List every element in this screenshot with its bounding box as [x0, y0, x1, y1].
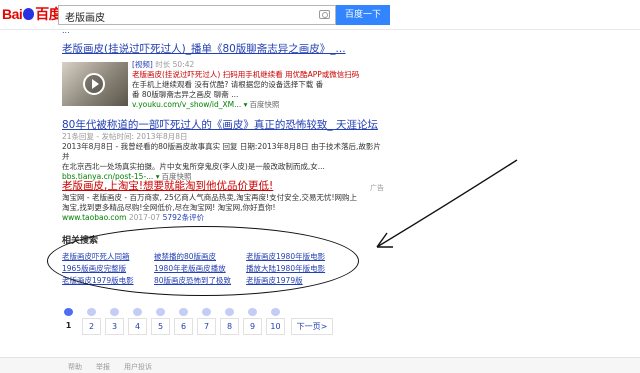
page-link[interactable]: 10	[266, 318, 285, 335]
snapshot-link[interactable]: 百度快照	[249, 100, 279, 109]
result-abstract: 2013年8月8日 - 我曾经看的80版画皮故事真实 回复 日期:2013年8月…	[62, 142, 381, 161]
baidu-logo[interactable]: Bai 百度	[2, 6, 63, 22]
page-link[interactable]: 2	[82, 318, 101, 335]
result-abstract: 淘宝,找到更多精品尽购!全网低价,尽在淘宝网! 淘宝网,你好直你!	[62, 203, 276, 212]
result-video: 老版画皮(挂说过吓死过人)_播单《80版聊斋志异之画皮》_...	[62, 42, 382, 56]
page-link[interactable]: 5	[151, 318, 170, 335]
play-icon[interactable]	[83, 73, 105, 95]
footer-link-complaint[interactable]: 用户投诉	[124, 362, 152, 372]
paw-icon	[271, 308, 280, 316]
footer-link-report[interactable]: 举报	[96, 362, 110, 372]
paw-icon	[64, 308, 73, 316]
result-url[interactable]: v.youku.com/v_show/id_XM...	[132, 100, 241, 109]
search-button[interactable]: 百度一下	[336, 5, 390, 25]
video-tag[interactable]: [视频]	[132, 60, 153, 69]
result-title[interactable]: 老版画皮(挂说过吓死过人)_播单《80版聊斋志异之画皮》_...	[62, 42, 382, 56]
rating-link[interactable]: 5792条评价	[163, 213, 205, 222]
paw-icon	[110, 308, 119, 316]
result-abstract: 淘宝网 - 老版画皮 - 百万商家, 25亿商人气商品热卖,淘宝再度!支付安全,…	[62, 193, 358, 202]
result-abstract: 老版画皮(挂说过吓死过人) 扫码用手机继续看 用优酷APP或微信扫码	[132, 70, 360, 79]
paw-icon	[133, 308, 142, 316]
video-thumbnail[interactable]	[62, 62, 128, 106]
camera-icon[interactable]	[319, 10, 330, 19]
next-page-button[interactable]: 下一页>	[291, 318, 333, 335]
ad-label: 广告	[370, 184, 384, 192]
result-url[interactable]: www.taobao.com	[62, 213, 126, 222]
result-video-body: [视频] 时长 50:42 老版画皮(挂说过吓死过人) 扫码用手机继续看 用优酷…	[132, 60, 372, 110]
result-title[interactable]: 80年代被称道的一部吓死过人的《画皮》真正的恐怖较致_ 天涯论坛	[62, 118, 382, 132]
result-abstract: 在手机上继续观看 没有优酷? 请根据您的设备选择下载 番	[132, 80, 324, 89]
paw-icon	[225, 308, 234, 316]
page-link[interactable]: 3	[105, 318, 124, 335]
result-title[interactable]: 老版画皮,上淘宝!想要就能淘到他优品价更低!	[62, 179, 362, 193]
paw-icon	[248, 308, 257, 316]
page-link[interactable]: 9	[243, 318, 262, 335]
annotation-ellipse	[47, 226, 359, 296]
paw-icon	[87, 308, 96, 316]
page-link[interactable]: 6	[174, 318, 193, 335]
video-duration: 时长 50:42	[155, 60, 195, 69]
search-input[interactable]	[59, 7, 309, 26]
result-abstract: 番 80版聊斋志异之画皮 聊斋 ...	[132, 90, 239, 99]
page-current: 1	[59, 318, 78, 335]
result-fragment[interactable]: ...	[62, 26, 292, 36]
paw-icon	[202, 308, 211, 316]
page-link[interactable]: 7	[197, 318, 216, 335]
footer-link-help[interactable]: 帮助	[68, 362, 82, 372]
logo-text: Bai	[2, 6, 23, 22]
paw-icon	[156, 308, 165, 316]
footer: 帮助 举报 用户投诉	[0, 357, 640, 373]
paw-icon	[23, 8, 35, 20]
paw-icon	[179, 308, 188, 316]
result-abstract: 在北京西北一处场真实拍摄。片中女鬼所穿鬼皮(李人皮)是一般改政制而成,女...	[62, 162, 325, 171]
page-link[interactable]: 4	[128, 318, 147, 335]
result-tianya: 80年代被称道的一部吓死过人的《画皮》真正的恐怖较致_ 天涯论坛 21条回复 -…	[62, 118, 382, 182]
chevron-down-icon[interactable]: ▾	[244, 100, 248, 109]
page-link[interactable]: 8	[220, 318, 239, 335]
result-ad-taobao: 老版画皮,上淘宝!想要就能淘到他优品价更低! 淘宝网 - 老版画皮 - 百万商家…	[62, 179, 362, 223]
search-box	[58, 5, 336, 26]
result-meta: 21条回复 - 发帖时间: 2013年8月8日	[62, 132, 188, 141]
result-date: 2017-07	[128, 213, 161, 222]
